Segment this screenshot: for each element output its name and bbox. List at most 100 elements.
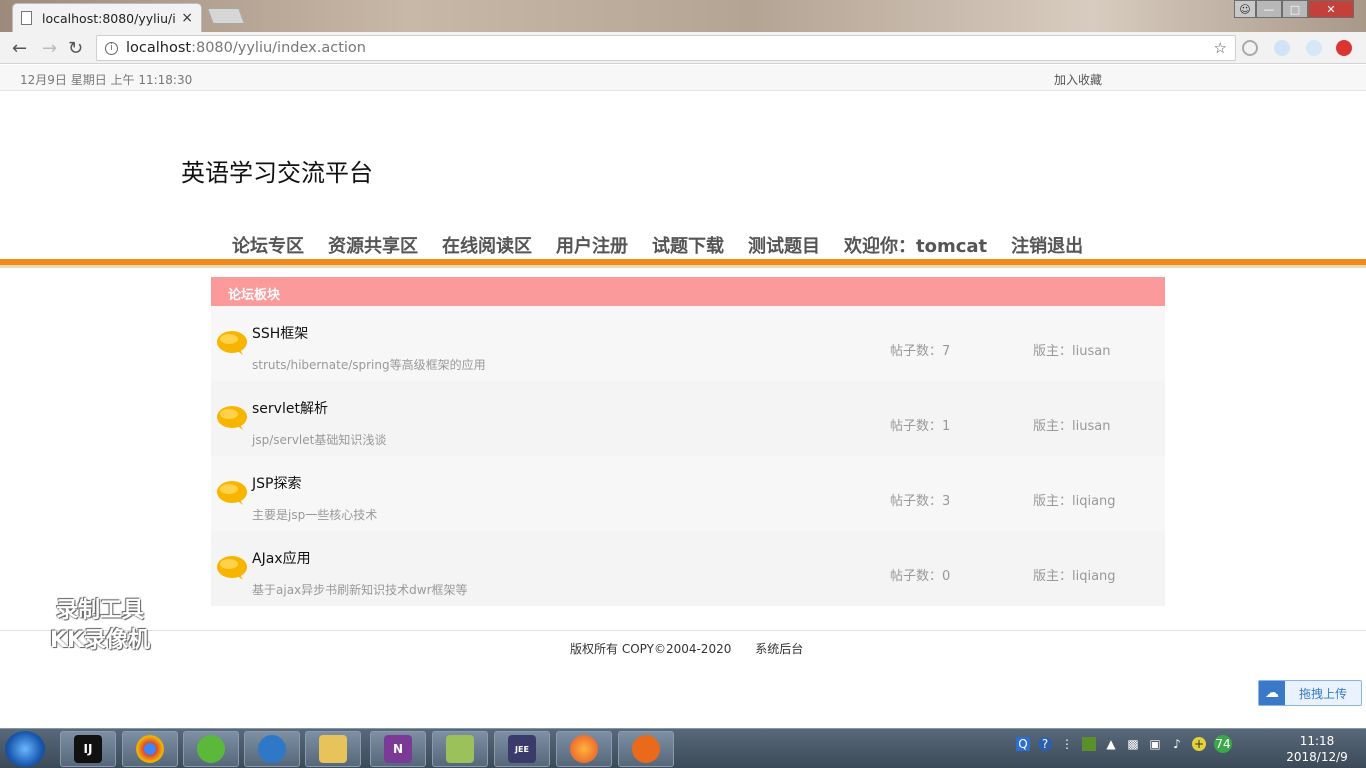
signal-icon[interactable]: ▩ [1126,737,1140,751]
taskbar-app-globe[interactable] [244,731,300,767]
drag-upload-widget[interactable]: ☁ 拖拽上传 [1258,680,1362,706]
page-icon [21,11,32,25]
clock[interactable]: 11:18 2018/12/9 [1282,733,1352,765]
new-tab-button[interactable] [207,8,245,24]
notepad-icon [446,735,474,763]
browser-tab[interactable]: localhost:8080/yyliu/in × [12,3,202,32]
eclipse-icon: JEE [508,735,536,763]
refresh-app-icon [197,735,225,763]
forum-post-count: 帖子数：1 [890,419,951,434]
forum-name[interactable]: servlet解析 [252,398,328,418]
panel-title: 论坛板块 [211,277,1165,306]
forum-row[interactable]: SSH框架 struts/hibernate/spring等高级框架的应用 帖子… [211,306,1165,381]
speech-bubble-icon [217,556,247,580]
main-nav: 论坛专区 资源共享区 在线阅读区 用户注册 试题下载 测试题目 欢迎你：tomc… [0,230,1366,260]
watermark-line1: 录制工具 [55,598,144,623]
taskbar-app-javaee[interactable]: JEE [494,731,550,767]
window-controls: ☺ — □ ✕ [1234,0,1354,18]
taskbar: IJ N JEE Q ? ⋮ ▲ ▩ ▣ ♪ + 74 11:18 2018/1… [0,728,1366,768]
maximize-button[interactable]: □ [1282,0,1308,18]
taskbar-app-notepad[interactable] [432,731,488,767]
url-path: :8080/yyliu/index.action [191,40,366,56]
forum-moderator: 版主：liusan [1033,344,1111,359]
taskbar-app-explorer[interactable] [305,731,361,767]
clock-date: 2018/12/9 [1286,750,1348,764]
speed-badge[interactable]: 74 [1214,735,1232,753]
extension-icon[interactable] [1306,40,1322,56]
page-topbar: 12月9日 星期日 上午 11:18:30 加入收藏 [0,65,1366,91]
add-favorite-link[interactable]: 加入收藏 [1054,71,1102,88]
reload-button[interactable]: ↻ [68,38,83,59]
taskbar-app-firefox[interactable] [556,731,612,767]
extension-icon[interactable] [1274,40,1290,56]
taskbar-app-intellij[interactable]: IJ [60,731,116,767]
copyright-text: 版权所有 COPY©2004-2020 [570,642,732,656]
help-icon[interactable]: ? [1038,737,1052,751]
forum-moderator: 版主：liqiang [1033,569,1116,584]
close-window-button[interactable]: ✕ [1308,0,1354,18]
clock-time: 11:18 [1299,734,1335,748]
bookmark-star-icon[interactable]: ☆ [1214,39,1227,57]
info-icon[interactable]: i [105,41,118,55]
start-button[interactable] [5,731,45,767]
folder-icon [319,735,347,763]
show-hidden-icon[interactable]: ▲ [1104,737,1118,751]
upload-label: 拖拽上传 [1299,686,1348,701]
taskbar-app-green[interactable] [183,731,239,767]
onenote-icon: N [384,735,412,763]
taskbar-app-recorder[interactable] [618,731,674,767]
system-tray: Q ? ⋮ ▲ ▩ ▣ ♪ + 74 [1016,735,1232,753]
forum-description: 主要是jsp一些核心技术 [252,508,378,522]
footer-divider [0,630,1366,631]
forum-description: 基于ajax异步书刷新知识技术dwr框架等 [252,583,468,597]
recorder-watermark: 录制工具 KK录像机 [30,596,170,656]
recorder-icon [632,735,660,763]
user-icon[interactable]: ☺ [1234,0,1256,18]
forum-post-count: 帖子数：7 [890,344,951,359]
admin-link[interactable]: 系统后台 [755,642,803,656]
speech-bubble-icon [217,481,247,505]
forum-moderator: 版主：liusan [1033,419,1111,434]
taskbar-app-onenote[interactable]: N [370,731,426,767]
taskbar-app-chrome[interactable] [122,731,178,767]
nav-logout[interactable]: 注销退出 [1011,232,1083,258]
extension-icon[interactable] [1336,40,1352,56]
nav-register[interactable]: 用户注册 [556,232,628,258]
date-time: 12月9日 星期日 上午 11:18:30 [20,73,193,87]
battery-icon[interactable] [1082,737,1096,751]
forum-moderator: 版主：liqiang [1033,494,1116,509]
footer: 版权所有 COPY©2004-2020 系统后台 [570,640,823,657]
network-icon[interactable]: ▣ [1148,737,1162,751]
minimize-button[interactable]: — [1256,0,1282,18]
plus-icon[interactable]: + [1192,737,1206,751]
nav-tests[interactable]: 测试题目 [748,232,820,258]
tab-close-icon[interactable]: × [181,10,193,26]
qq-icon[interactable]: Q [1016,737,1030,751]
volume-icon[interactable]: ♪ [1170,737,1184,751]
speech-bubble-icon [217,331,247,355]
speech-bubble-icon [217,406,247,430]
nav-reading[interactable]: 在线阅读区 [442,232,532,258]
watermark-line2: KK录像机 [49,628,151,653]
forward-button[interactable]: → [42,38,57,59]
forum-row[interactable]: servlet解析 jsp/servlet基础知识浅谈 帖子数：1 版主：liu… [211,381,1165,456]
globe-icon [258,735,286,763]
site-title: 英语学习交流平台 [181,159,373,187]
forum-row[interactable]: AJax应用 基于ajax异步书刷新知识技术dwr框架等 帖子数：0 版主：li… [211,531,1165,606]
forum-name[interactable]: SSH框架 [252,323,308,343]
address-bar[interactable]: i localhost:8080/yyliu/index.action ☆ [96,35,1236,61]
nav-forum[interactable]: 论坛专区 [232,232,304,258]
firefox-icon [570,735,598,763]
forum-name[interactable]: JSP探索 [252,473,301,493]
nav-resources[interactable]: 资源共享区 [328,232,418,258]
chevron-icon[interactable]: ⋮ [1060,737,1074,751]
extension-icon[interactable] [1242,40,1258,56]
back-button[interactable]: ← [12,38,27,59]
forum-post-count: 帖子数：0 [890,569,951,584]
chrome-icon [136,735,164,763]
nav-download[interactable]: 试题下载 [652,232,724,258]
forum-name[interactable]: AJax应用 [252,548,311,568]
browser-tabstrip: localhost:8080/yyliu/in × ☺ — □ ✕ [0,0,1366,32]
forum-row[interactable]: JSP探索 主要是jsp一些核心技术 帖子数：3 版主：liqiang [211,456,1165,531]
nav-welcome-user: 欢迎你：tomcat [844,236,988,257]
